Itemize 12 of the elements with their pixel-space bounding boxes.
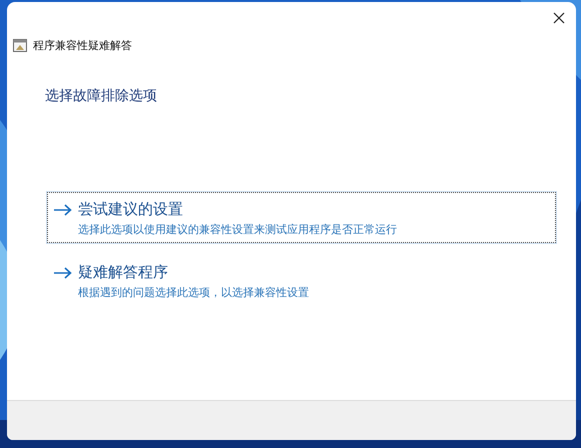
window-title: 程序兼容性疑难解答	[33, 38, 132, 53]
program-window-icon	[13, 39, 27, 52]
option-description: 根据遇到的问题选择此选项，以选择兼容性设置	[78, 285, 309, 300]
option-title: 疑难解答程序	[78, 263, 169, 282]
arrow-icon	[54, 267, 72, 279]
option-link[interactable]: 尝试建议的设置 选择此选项以使用建议的兼容性设置来测试应用程序是否正常运行	[47, 192, 556, 243]
option-title: 尝试建议的设置	[78, 200, 184, 219]
close-icon	[553, 12, 565, 24]
option-description: 选择此选项以使用建议的兼容性设置来测试应用程序是否正常运行	[78, 222, 397, 237]
option-link[interactable]: 疑难解答程序 根据遇到的问题选择此选项，以选择兼容性设置	[47, 255, 556, 306]
arrow-icon	[54, 204, 72, 216]
page-heading: 选择故障排除选项	[45, 87, 158, 105]
